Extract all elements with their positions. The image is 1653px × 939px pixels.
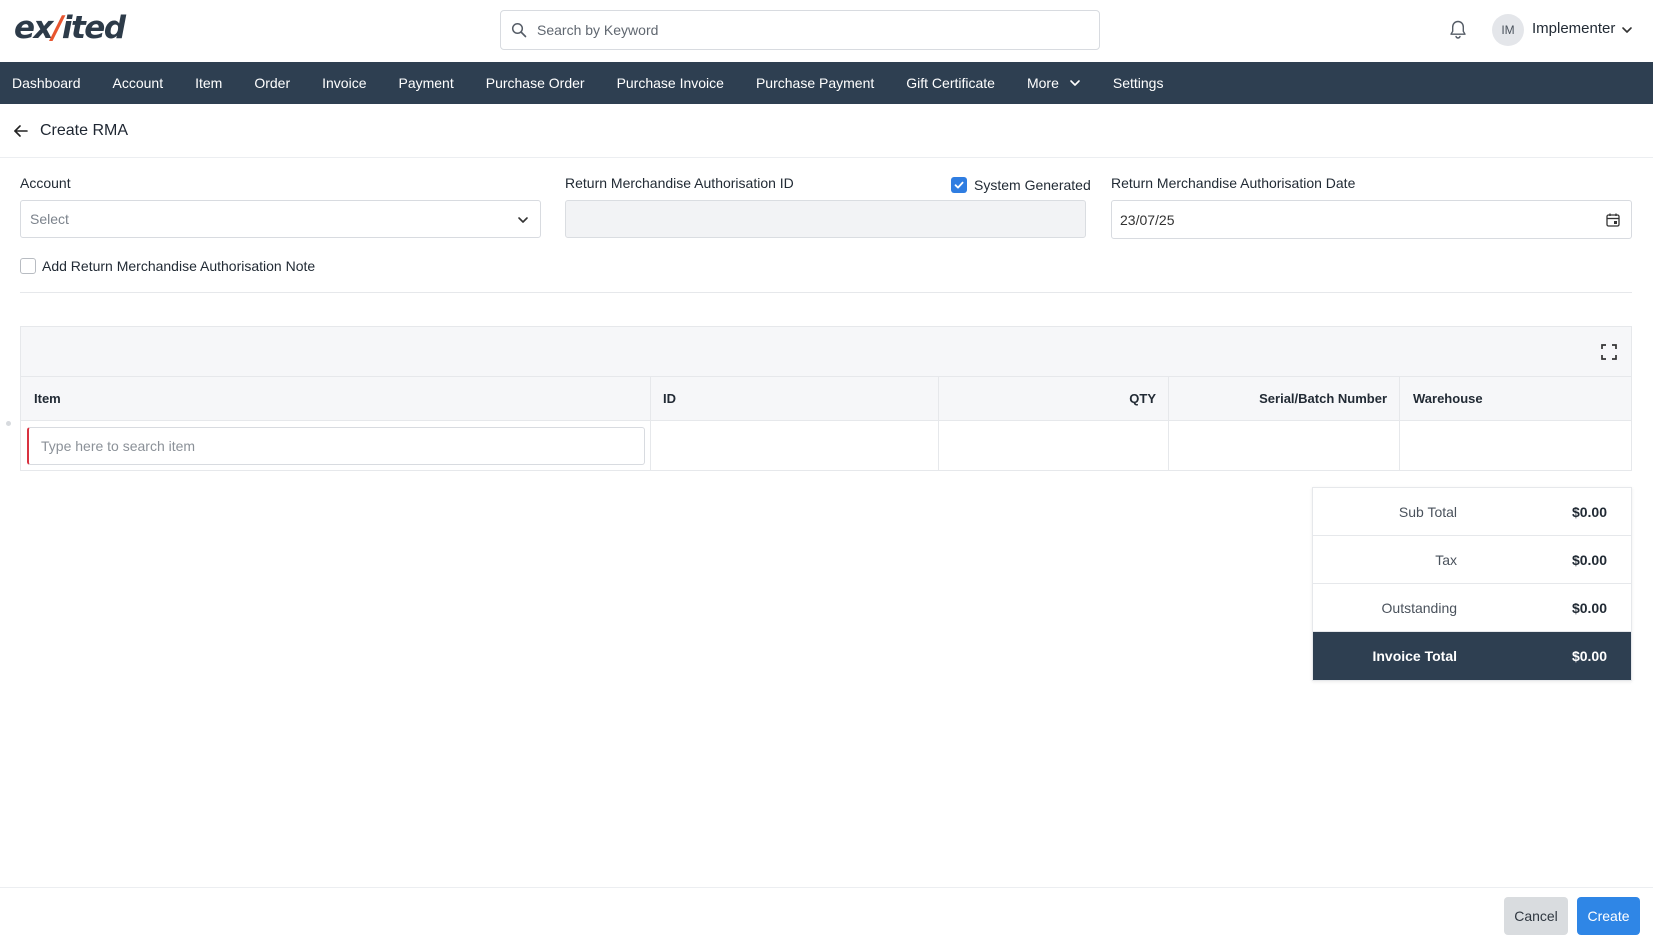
nav-account[interactable]: Account [97,62,180,104]
nav-purchase-invoice[interactable]: Purchase Invoice [601,62,740,104]
outstanding-label: Outstanding [1381,599,1458,616]
rma-date-input[interactable]: 23/07/25 [1111,200,1632,239]
totals-panel: Sub Total $0.00 Tax $0.00 Outstanding $0… [1312,487,1632,681]
user-avatar[interactable]: IM [1492,14,1524,46]
cell-serial-batch [1169,421,1400,470]
system-generated-label: System Generated [974,177,1091,193]
item-search-input[interactable] [27,426,645,465]
table-row [21,421,1631,470]
cell-warehouse [1400,421,1631,470]
calendar-icon[interactable] [1605,212,1621,228]
bell-icon[interactable] [1448,19,1468,41]
column-header-id[interactable]: ID [651,377,939,420]
invoice-total-value: $0.00 [1571,648,1607,664]
nav-purchase-payment[interactable]: Purchase Payment [740,62,890,104]
nav-invoice[interactable]: Invoice [306,62,382,104]
main-nav: Dashboard Account Item Order Invoice Pay… [0,62,1653,104]
nav-order[interactable]: Order [238,62,306,104]
nav-more[interactable]: More [1011,62,1097,104]
expand-icon[interactable] [1601,344,1617,360]
nav-settings[interactable]: Settings [1097,62,1180,104]
add-note-checkbox[interactable]: Add Return Merchandise Authorisation Not… [20,258,315,274]
nav-dashboard[interactable]: Dashboard [0,62,97,104]
page-title: Create RMA [40,121,129,139]
items-table: Item ID QTY Serial/Batch Number Warehous… [20,326,1632,471]
rma-id-input [565,200,1086,238]
rma-date-value: 23/07/25 [1120,211,1175,228]
invoice-total-row: Invoice Total $0.00 [1313,632,1631,680]
table-header: Item ID QTY Serial/Batch Number Warehous… [21,377,1631,421]
nav-more-label: More [1026,75,1059,91]
outstanding-row: Outstanding $0.00 [1313,584,1631,632]
top-header: ex/ited IM Implementer [0,0,1653,62]
account-select[interactable]: Select [20,200,541,238]
sub-total-label: Sub Total [1398,503,1458,520]
rma-id-label: Return Merchandise Authorisation ID [565,175,794,191]
checkbox-unchecked[interactable] [20,258,36,274]
sub-total-row: Sub Total $0.00 [1313,488,1631,536]
cell-id [651,421,939,470]
nav-gift-certificate[interactable]: Gift Certificate [890,62,1011,104]
cell-item [21,421,651,470]
nav-payment[interactable]: Payment [382,62,469,104]
global-search[interactable] [500,10,1100,50]
tax-label: Tax [1435,551,1458,568]
cell-qty [939,421,1169,470]
column-header-serial-batch[interactable]: Serial/Batch Number [1169,377,1400,420]
logo-mark: / [52,10,63,46]
back-arrow-icon[interactable] [12,122,30,140]
add-note-label: Add Return Merchandise Authorisation Not… [42,258,316,274]
tax-row: Tax $0.00 [1313,536,1631,584]
chevron-down-icon [1070,80,1080,86]
nav-purchase-order[interactable]: Purchase Order [470,62,601,104]
row-drag-handle[interactable] [6,421,11,426]
account-select-value: Select [30,211,69,227]
column-header-item[interactable]: Item [21,377,651,420]
form-footer: Cancel Create [0,887,1653,939]
table-toolbar [21,327,1631,377]
column-header-warehouse[interactable]: Warehouse [1400,377,1631,420]
checkbox-checked[interactable] [951,177,967,193]
search-icon [511,22,527,38]
logo-text-post: ited [61,10,126,46]
user-name[interactable]: Implementer [1532,20,1615,37]
outstanding-value: $0.00 [1571,599,1607,616]
logo-text-pre: ex [14,10,54,46]
brand-logo[interactable]: ex/ited [14,8,126,48]
column-header-qty[interactable]: QTY [939,377,1169,420]
invoice-total-label: Invoice Total [1372,648,1458,664]
nav-item[interactable]: Item [179,62,238,104]
chevron-down-icon[interactable] [1620,23,1634,37]
create-button[interactable]: Create [1577,897,1640,935]
checkmark-icon [954,181,964,189]
cancel-button[interactable]: Cancel [1504,897,1568,935]
account-label: Account [20,175,71,191]
rma-date-label: Return Merchandise Authorisation Date [1111,175,1356,191]
form-divider [20,292,1632,293]
system-generated-checkbox[interactable]: System Generated [951,177,1091,193]
tax-value: $0.00 [1571,551,1607,568]
sub-total-value: $0.00 [1571,503,1607,520]
search-input[interactable] [537,22,1077,38]
page-title-bar: Create RMA [0,104,1653,158]
chevron-down-icon [518,217,528,223]
